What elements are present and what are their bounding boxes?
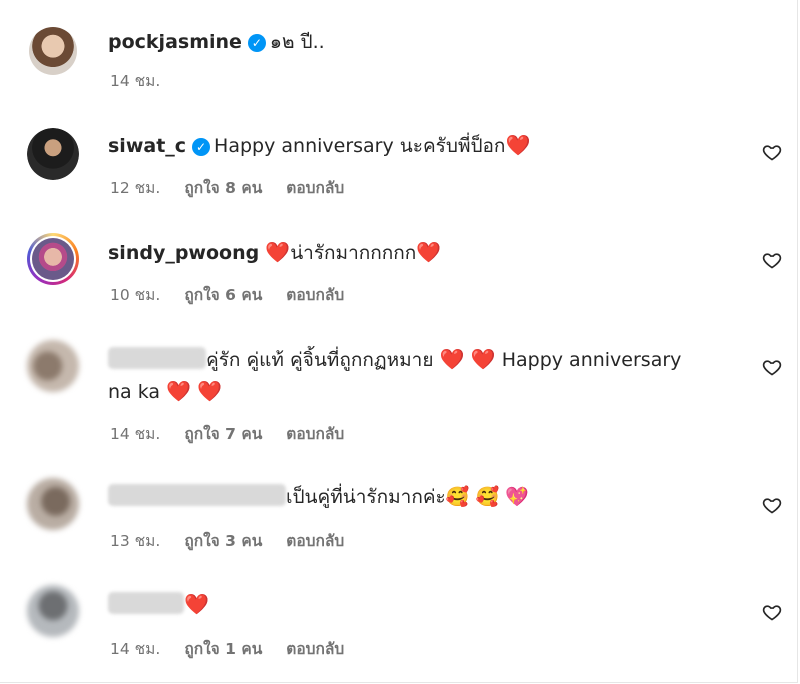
likes-count[interactable]: ถูกใจ 3 คน bbox=[184, 532, 262, 550]
comment-body: เป็นคู่ที่น่ารักมากค่ะ🥰 🥰 💖 bbox=[108, 482, 738, 513]
comment-meta: 13 ชม. ถูกใจ 3 คน ตอบกลับ bbox=[110, 528, 344, 553]
likes-count[interactable]: ถูกใจ 8 คน bbox=[184, 179, 262, 197]
avatar[interactable] bbox=[27, 585, 79, 637]
reply-button[interactable]: ตอบกลับ bbox=[286, 532, 344, 550]
comments-panel: pockjasmine ✓ ๑๒ ปี.. 14 ชม. siwat_c ✓ Happy… bbox=[0, 0, 798, 683]
verified-badge-icon: ✓ bbox=[247, 34, 266, 52]
heart-outline-icon[interactable] bbox=[762, 357, 782, 377]
likes-count[interactable]: ถูกใจ 7 คน bbox=[184, 425, 262, 443]
caption-meta: 14 ชม. bbox=[110, 68, 184, 93]
comment-meta: 10 ชม. ถูกใจ 6 คน ตอบกลับ bbox=[110, 282, 344, 307]
likes-count[interactable]: ถูกใจ 1 คน bbox=[184, 640, 262, 658]
avatar[interactable] bbox=[27, 478, 79, 530]
reply-button[interactable]: ตอบกลับ bbox=[286, 179, 344, 197]
comment-text: Happy anniversary นะครับพี่ป็อก bbox=[214, 135, 506, 157]
timestamp[interactable]: 14 ชม. bbox=[110, 640, 160, 658]
username[interactable]: siwat_c bbox=[108, 135, 186, 157]
heart-emoji: ❤️ bbox=[265, 240, 291, 264]
comment-meta: 14 ชม. ถูกใจ 7 คน ตอบกลับ bbox=[110, 421, 344, 446]
username[interactable]: sindy_pwoong bbox=[108, 242, 259, 264]
comment-text: คู่รัก คู่แท้ คู่จิ้นที่ถูกกฏหมาย bbox=[206, 349, 434, 371]
comment-meta: 14 ชม. ถูกใจ 1 คน ตอบกลับ bbox=[110, 636, 344, 661]
heart-emoji: ❤️ bbox=[505, 133, 531, 157]
username[interactable]: pockjasmine bbox=[108, 31, 242, 53]
avatar[interactable] bbox=[27, 233, 79, 285]
heart-outline-icon[interactable] bbox=[762, 602, 782, 622]
likes-count[interactable]: ถูกใจ 6 คน bbox=[184, 286, 262, 304]
reply-button[interactable]: ตอบกลับ bbox=[286, 425, 344, 443]
heart-outline-icon[interactable] bbox=[762, 495, 782, 515]
reply-button[interactable]: ตอบกลับ bbox=[286, 286, 344, 304]
timestamp[interactable]: 14 ชม. bbox=[110, 425, 160, 443]
heart-emoji: ❤️ bbox=[184, 592, 209, 616]
timestamp[interactable]: 12 ชม. bbox=[110, 179, 160, 197]
comment-body: siwat_c ✓ Happy anniversary นะครับพี่ป็อก❤… bbox=[108, 130, 738, 162]
heart-outline-icon[interactable] bbox=[762, 250, 782, 270]
avatar[interactable] bbox=[27, 25, 79, 77]
verified-badge-icon: ✓ bbox=[192, 138, 211, 156]
username[interactable] bbox=[108, 484, 286, 506]
reply-button[interactable]: ตอบกลับ bbox=[286, 640, 344, 658]
emoji: 🥰 🥰 💖 bbox=[445, 486, 529, 508]
timestamp[interactable]: 13 ชม. bbox=[110, 532, 160, 550]
timestamp[interactable]: 14 ชม. bbox=[110, 72, 160, 90]
username[interactable] bbox=[108, 347, 206, 369]
comment-body: ❤️ bbox=[108, 589, 738, 621]
comment-text: น่ารักมากกกกก bbox=[290, 242, 417, 264]
comment-text: เป็นคู่ที่น่ารักมากค่ะ bbox=[286, 486, 446, 508]
avatar[interactable] bbox=[27, 340, 79, 392]
comment-text-continued: na ka bbox=[108, 381, 161, 403]
username[interactable] bbox=[108, 592, 184, 614]
comment-body: คู่รัก คู่แท้ คู่จิ้นที่ถูกกฏหมาย ❤️ ❤️ … bbox=[108, 344, 738, 408]
caption-body: pockjasmine ✓ ๑๒ ปี.. bbox=[108, 27, 738, 58]
avatar[interactable] bbox=[27, 128, 79, 180]
caption-text: ๑๒ ปี.. bbox=[269, 31, 325, 53]
heart-emoji: ❤️ bbox=[416, 240, 442, 264]
comment-text-en: Happy anniversary bbox=[501, 349, 682, 371]
heart-emoji: ❤️ ❤️ bbox=[439, 347, 496, 371]
timestamp[interactable]: 10 ชม. bbox=[110, 286, 160, 304]
heart-outline-icon[interactable] bbox=[762, 142, 782, 162]
heart-emoji: ❤️ ❤️ bbox=[166, 379, 223, 403]
comment-body: sindy_pwoong ❤️น่ารักมากกกกก❤️ bbox=[108, 237, 738, 269]
comment-meta: 12 ชม. ถูกใจ 8 คน ตอบกลับ bbox=[110, 175, 344, 200]
